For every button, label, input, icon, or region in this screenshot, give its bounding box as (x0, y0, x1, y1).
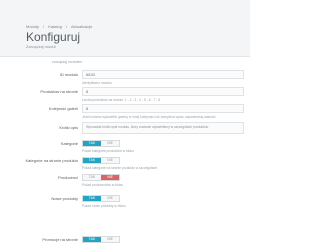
toggle-switch[interactable]: TAK NIE (82, 174, 120, 181)
breadcrumb: Moduły / Katalog / Aktualizacje (26, 24, 95, 29)
toggle-switch[interactable]: TAK NIE (82, 157, 120, 164)
toggle-no-option[interactable]: NIE (101, 158, 119, 163)
toggle-yes-option[interactable]: TAK (83, 175, 101, 180)
breadcrumb-separator: / (43, 24, 45, 29)
field-help: Pokaż producentów w bloku (82, 183, 124, 187)
breadcrumb-item[interactable]: Aktualizacje (71, 24, 92, 29)
field-label: Kategorie (60, 141, 78, 146)
field-help: Jeżeli chcesz wyświetlić galerię w innej… (82, 115, 216, 119)
field-label: Producenci (57, 175, 78, 180)
toggle-no-option[interactable]: NIE (101, 141, 119, 146)
field-label: Kategorie na stronie produktu (25, 158, 78, 163)
page-subtitle: Zarządzaj moduł (26, 44, 56, 49)
field-label: Kolejność galerii (48, 106, 78, 111)
field-label: Promocje na stronie (42, 237, 78, 242)
field-help: Pokaż kategorie produktów w bloku (82, 149, 134, 153)
panel-heading: zarządzaj modułem (52, 60, 83, 64)
field-help: Pokaż kategorie na stronie produktu w sz… (82, 166, 158, 170)
breadcrumb-separator: / (65, 24, 68, 29)
field-label: Krótki opis (59, 125, 78, 130)
field-help: Liczba produktów na stronie: 1 - 2 - 3 -… (82, 98, 161, 102)
toggle-switch[interactable]: TAK NIE (82, 195, 120, 202)
field-label: Nowe produkty (51, 196, 78, 201)
field-label: ID modułu (59, 72, 78, 77)
field-help: Identyfikator modułu (82, 81, 112, 85)
toggle-no-option[interactable]: NIE (101, 237, 119, 242)
toggle-switch[interactable]: TAK NIE (82, 140, 120, 147)
products-per-page-input[interactable]: 8 (82, 87, 244, 96)
toggle-no-option[interactable]: NIE (101, 175, 119, 180)
short-description-textarea[interactable]: Wprowadź krótki opis modułu, który zosta… (82, 122, 244, 134)
field-label: Produktów na stronie (40, 89, 78, 94)
page-title: Konfiguruj (26, 30, 81, 44)
toggle-yes-option[interactable]: TAK (83, 158, 101, 163)
breadcrumb-item[interactable]: Moduły (26, 24, 39, 29)
toggle-no-option[interactable]: NIE (101, 196, 119, 201)
module-id-input[interactable]: 6633 (82, 70, 244, 79)
gallery-order-input[interactable]: 8 (82, 104, 244, 113)
field-help: Pokaż nowe produkty w bloku (82, 204, 126, 208)
toggle-switch[interactable]: TAK NIE (82, 236, 120, 243)
breadcrumb-item[interactable]: Katalog (48, 24, 62, 29)
toggle-yes-option[interactable]: TAK (83, 141, 101, 146)
toggle-yes-option[interactable]: TAK (83, 237, 101, 242)
page-header: Moduły / Katalog / Aktualizacje Konfigur… (0, 0, 250, 57)
toggle-yes-option[interactable]: TAK (83, 196, 101, 201)
